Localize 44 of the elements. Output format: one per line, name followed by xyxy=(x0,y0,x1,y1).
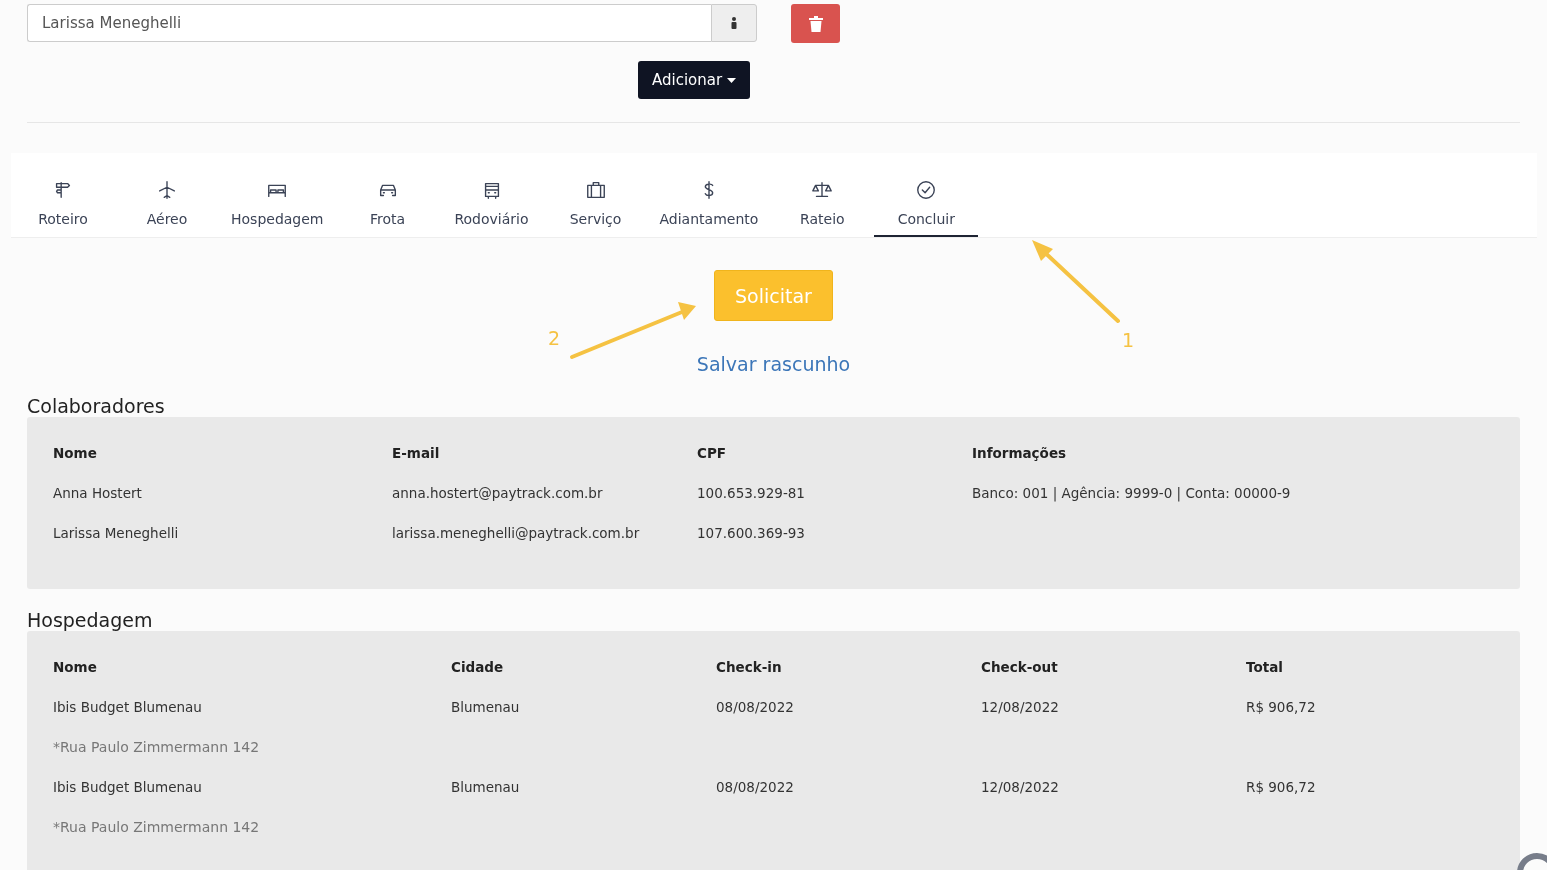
table-cell-text: 08/08/2022 xyxy=(716,779,795,795)
table-cell-text: 100.653.929-81 xyxy=(697,485,806,501)
section-title: Hospedagem xyxy=(27,609,154,631)
hotel-address: *Rua Paulo Zimmermann 142 xyxy=(53,818,261,837)
hotel-address: *Rua Paulo Zimmermann 142 xyxy=(53,738,261,757)
nav-tab[interactable]: Rodoviário xyxy=(439,179,544,237)
column-header: Cidade xyxy=(451,659,505,675)
participant-field[interactable]: Larissa Meneghelli xyxy=(27,4,711,42)
column-header: Informações xyxy=(972,445,1068,461)
nav-tab[interactable]: Serviço xyxy=(543,179,648,237)
table-cell-text: 08/08/2022 xyxy=(716,699,795,715)
save-draft-link[interactable]: Salvar rascunho xyxy=(696,353,851,375)
nav-tab[interactable]: Adiantamento xyxy=(647,179,771,237)
table-cell-text: Anna Hostert xyxy=(53,485,143,501)
column-header: Check-in xyxy=(716,659,783,675)
table-cell-text: R$ 906,72 xyxy=(1246,699,1317,715)
nav-tab[interactable]: Roteiro xyxy=(11,179,115,237)
table-cell-text: Banco: 001 | Agência: 9999-0 | Conta: 00000-9 xyxy=(972,485,1292,501)
annotation-number: 1 xyxy=(1122,329,1135,351)
table-cell-text: 107.600.369-93 xyxy=(697,525,806,541)
table-cell-text: 12/08/2022 xyxy=(981,779,1060,795)
column-header: Nome xyxy=(53,659,98,675)
nav-tab[interactable]: Frota xyxy=(335,179,440,237)
table-cell-text: Ibis Budget Blumenau xyxy=(53,779,203,795)
add-dropdown-button[interactable]: Adicionar xyxy=(638,61,751,99)
table-cell-text: Blumenau xyxy=(451,699,521,715)
table-cell-text: Ibis Budget Blumenau xyxy=(53,699,203,715)
nav-tab[interactable]: Aéreo xyxy=(115,179,219,237)
column-header: E-mail xyxy=(392,445,441,461)
table-cell-text: Blumenau xyxy=(451,779,521,795)
column-header: Nome xyxy=(53,445,98,461)
column-header: Total xyxy=(1246,659,1284,675)
section-title: Colaboradores xyxy=(27,395,166,417)
column-header: Check-out xyxy=(981,659,1059,675)
table-cell-text: 12/08/2022 xyxy=(981,699,1060,715)
nav-tab[interactable]: Rateio xyxy=(770,179,875,237)
table-cell-text: R$ 906,72 xyxy=(1246,779,1317,795)
table-cell-text: larissa.meneghelli@paytrack.com.br xyxy=(392,525,641,541)
table-cell-text: Larissa Meneghelli xyxy=(53,525,180,541)
nav-tab[interactable]: Hospedagem xyxy=(219,179,336,237)
table-cell-text: anna.hostert@paytrack.com.br xyxy=(392,485,604,501)
annotation-number: 2 xyxy=(548,327,561,349)
nav-tab[interactable]: Concluir xyxy=(874,179,979,237)
column-header: CPF xyxy=(697,445,728,461)
